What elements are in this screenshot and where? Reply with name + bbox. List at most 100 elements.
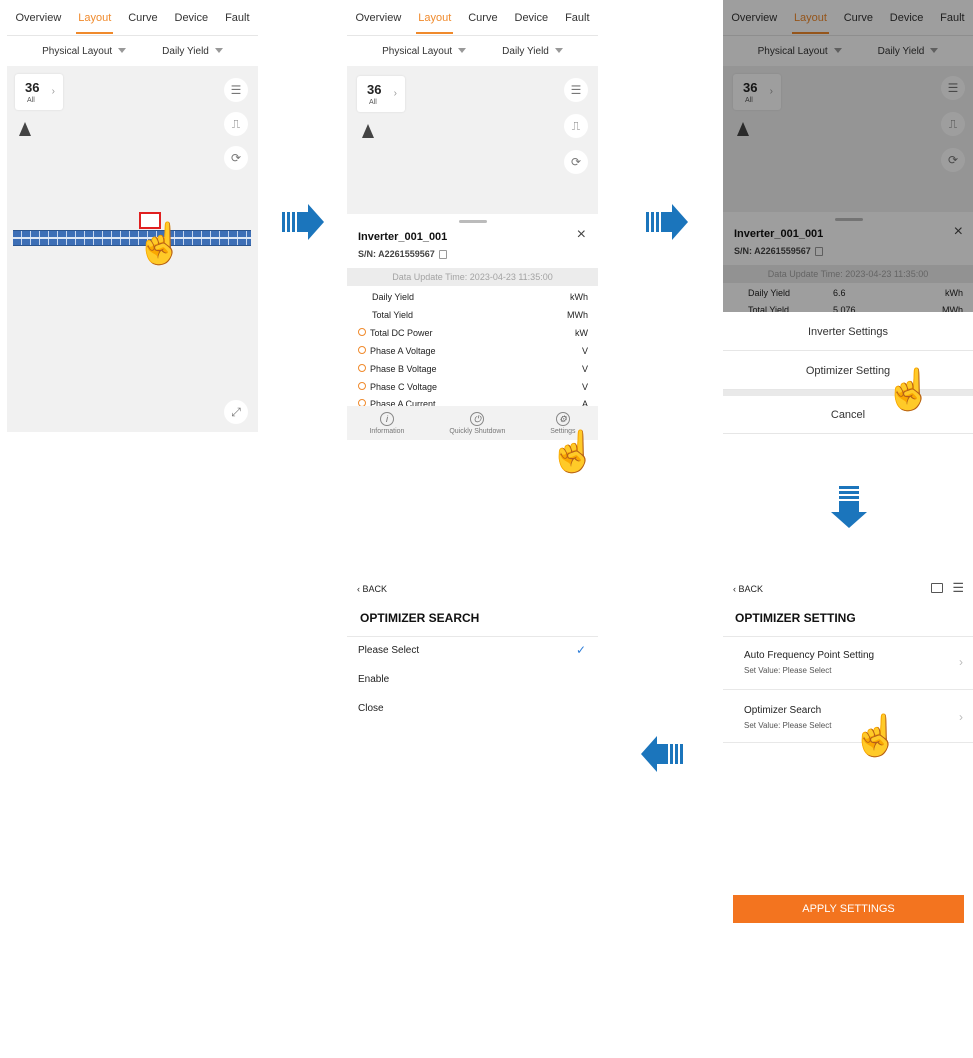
data-row: Total Yield MWh (372, 310, 588, 320)
list-icon[interactable]: ☰ (564, 78, 588, 102)
pointer-hand-icon: ☝ (884, 368, 934, 412)
option-enable[interactable]: Enable (358, 674, 389, 685)
metric-select-label: Daily Yield (502, 45, 549, 57)
inverter-settings-option[interactable]: Inverter Settings (723, 313, 973, 351)
back-button[interactable]: ‹ BACK (733, 584, 763, 594)
row-unit: kWh (570, 292, 588, 302)
inverter-sn: S/N: A2261559567 (358, 249, 447, 260)
tab-overview[interactable]: Overview (13, 6, 63, 30)
layout-map[interactable]: 36 All › ☰ ⎍ ⟳ ☝ ⤢ (7, 66, 258, 432)
close-icon[interactable]: × (577, 226, 586, 244)
divider (723, 742, 973, 743)
tab-curve[interactable]: Curve (466, 6, 499, 30)
tab-bar: Overview Layout Curve Device Fault (347, 0, 598, 36)
data-row: Daily Yield kWh (372, 292, 588, 302)
quickly-shutdown-button[interactable]: ⏻ Quickly Shutdown (449, 411, 506, 435)
tab-fault[interactable]: Fault (563, 6, 591, 30)
copy-icon[interactable] (438, 250, 447, 260)
optimizer-setting-option[interactable]: Optimizer Setting (723, 352, 973, 390)
back-label: BACK (362, 584, 388, 594)
item-subtitle: Set Value: Please Select (744, 666, 832, 675)
row-label: Phase A Current (370, 399, 436, 406)
option-close[interactable]: Close (358, 703, 384, 714)
data-update-time: Data Update Time: 2023-04-23 11:35:00 (347, 268, 598, 286)
pointer-hand-icon: ☝ (548, 430, 598, 474)
power-icon: ⏻ (470, 411, 485, 426)
row-label: Phase C Voltage (370, 382, 438, 392)
tab-bar: Overview Layout Curve Device Fault (7, 0, 258, 36)
chevron-right-icon: › (959, 710, 963, 724)
clock-icon (358, 382, 366, 390)
item-subtitle: Set Value: Please Select (744, 721, 832, 730)
row-label: Phase A Voltage (370, 346, 436, 356)
menu-icon[interactable]: ☰ (952, 580, 964, 596)
divider (347, 636, 598, 637)
row-label: Phase B Voltage (370, 364, 437, 374)
inverter-name: Inverter_001_001 (358, 231, 448, 243)
metric-select-label: Daily Yield (162, 45, 209, 57)
layout-select[interactable]: Physical Layout (382, 45, 467, 57)
layout-select-label: Physical Layout (42, 45, 113, 57)
item-title: Auto Frequency Point Setting (744, 650, 875, 661)
device-count-label: All (27, 97, 35, 104)
flow-arrow-right-icon (282, 204, 324, 240)
option-please-select[interactable]: Please Select (358, 645, 419, 656)
refresh-icon[interactable]: ⟳ (564, 150, 588, 174)
device-count-card[interactable]: 36 All › (357, 76, 405, 112)
north-arrow-icon (19, 122, 31, 136)
inverter-sn-text: S/N: A2261559567 (358, 249, 435, 259)
tab-fault[interactable]: Fault (223, 6, 251, 30)
panel-layout: Overview Layout Curve Device Fault Physi… (7, 0, 258, 432)
device-count-card[interactable]: 36 All › (15, 74, 63, 110)
chart-icon[interactable]: ⎍ (224, 112, 248, 136)
apply-settings-button[interactable]: APPLY SETTINGS (733, 895, 964, 923)
panel-action-menu: Overview Layout Curve Device Fault Physi… (723, 0, 973, 440)
metric-select[interactable]: Daily Yield (502, 46, 563, 57)
refresh-icon[interactable]: ⟳ (224, 146, 248, 170)
panel-optimizer-setting: ‹ BACK ☰ OPTIMIZER SETTING Auto Frequenc… (723, 575, 973, 1058)
layout-map[interactable]: 36 All › ☰ ⎍ ⟳ (347, 66, 598, 214)
chevron-right-icon: › (393, 88, 397, 99)
chevron-right-icon: › (51, 86, 55, 97)
optimizer-search-item[interactable]: Optimizer Search Set Value: Please Selec… (723, 690, 973, 742)
edit-icon[interactable] (931, 583, 943, 593)
pointer-hand-icon: ☝ (135, 222, 185, 266)
metric-select[interactable]: Daily Yield (162, 46, 223, 57)
back-button[interactable]: ‹ BACK (357, 584, 387, 594)
information-button[interactable]: i Information (369, 411, 404, 435)
dropdown-arrow-icon (118, 48, 127, 54)
data-row: Total DC Power kW (358, 328, 588, 338)
layout-select-label: Physical Layout (382, 45, 453, 57)
panel-inverter-detail: Overview Layout Curve Device Fault Physi… (347, 0, 598, 442)
fullscreen-icon[interactable]: ⤢ (224, 400, 248, 424)
flow-arrow-down-icon (831, 486, 867, 528)
clock-icon (358, 346, 366, 354)
info-icon: i (379, 411, 394, 426)
tab-layout[interactable]: Layout (416, 6, 454, 34)
tab-layout[interactable]: Layout (76, 6, 114, 34)
item-title: Optimizer Search (744, 705, 822, 716)
row-unit: kW (575, 328, 588, 338)
row-unit: MWh (567, 310, 588, 320)
dropdown-arrow-icon (554, 48, 563, 54)
tab-overview[interactable]: Overview (353, 6, 403, 30)
clock-icon (358, 328, 366, 336)
device-count-label: All (369, 99, 377, 106)
list-icon[interactable]: ☰ (224, 78, 248, 102)
selector-row: Physical Layout Daily Yield (7, 36, 258, 66)
row-unit: V (581, 346, 588, 356)
dropdown-arrow-icon (214, 48, 223, 54)
cancel-option[interactable]: Cancel (723, 396, 973, 434)
chart-icon[interactable]: ⎍ (564, 114, 588, 138)
auto-frequency-point-setting-item[interactable]: Auto Frequency Point Setting Set Value: … (723, 637, 973, 689)
tab-device[interactable]: Device (513, 6, 551, 30)
dim-overlay[interactable] (723, 0, 973, 312)
sheet-drag-handle[interactable] (459, 220, 487, 223)
tab-device[interactable]: Device (173, 6, 211, 30)
tab-curve[interactable]: Curve (126, 6, 159, 30)
quickly-shutdown-label: Quickly Shutdown (449, 427, 506, 435)
row-unit: V (581, 382, 588, 392)
selector-row: Physical Layout Daily Yield (347, 36, 598, 66)
layout-select[interactable]: Physical Layout (42, 45, 127, 57)
row-unit: V (581, 364, 588, 374)
